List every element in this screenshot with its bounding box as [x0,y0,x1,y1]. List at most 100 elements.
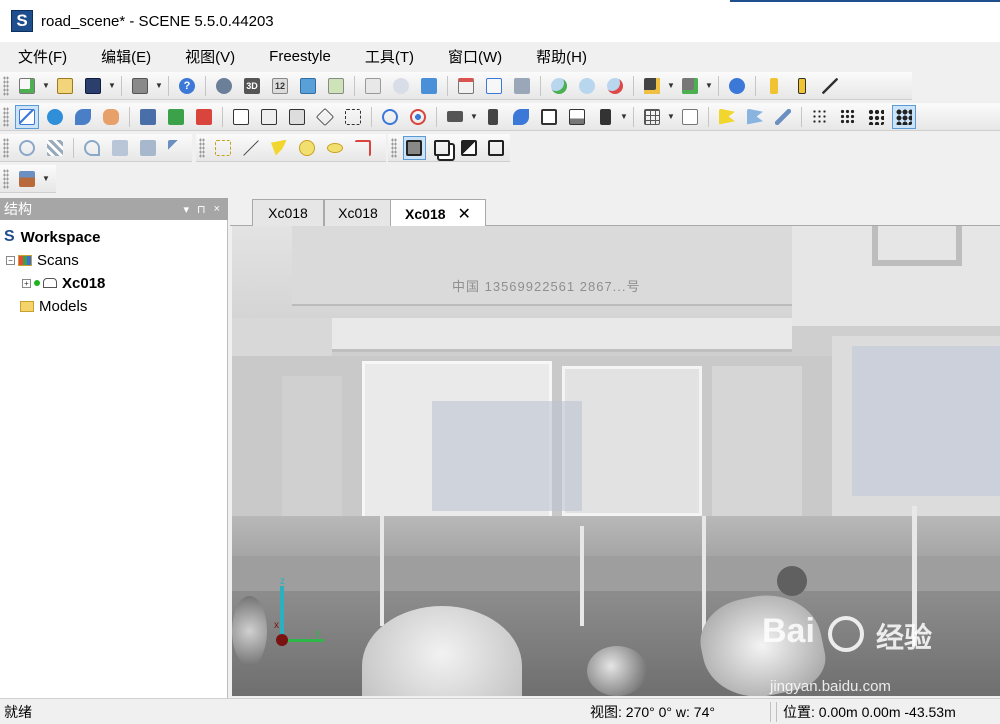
dots-small-icon[interactable] [808,105,832,129]
close-icon[interactable]: ✕ [458,204,471,224]
chevron-down-icon[interactable]: ▼ [469,105,479,129]
ruler-icon[interactable] [762,74,786,98]
refresh-icon[interactable] [15,136,39,160]
cloud-icon[interactable] [575,74,599,98]
menu-file[interactable]: 文件(F) [18,46,67,67]
menu-edit[interactable]: 编辑(E) [101,46,151,67]
camera-icon[interactable] [443,105,467,129]
2d-view-icon[interactable]: 12 [268,74,292,98]
flag-blue-icon[interactable] [743,105,767,129]
open-icon[interactable] [53,74,77,98]
toolbar-grip[interactable] [3,137,9,158]
scanner-icon[interactable] [15,167,39,191]
select-icon[interactable] [15,104,39,129]
chevron-down-icon[interactable]: ▼ [666,105,676,129]
pointer-icon[interactable] [164,136,188,160]
menu-help[interactable]: 帮助(H) [536,46,587,67]
chevron-down-icon[interactable]: ▼ [619,105,629,129]
close-icon[interactable]: × [214,203,220,215]
select-subtract-icon[interactable] [457,136,480,160]
select-intersect-icon[interactable] [485,136,508,160]
page-icon[interactable] [678,105,702,129]
cloud-remove-icon[interactable] [603,74,627,98]
chevron-down-icon[interactable]: ▼ [704,74,714,98]
rectangle-select-icon[interactable] [211,136,235,160]
circle-select-icon[interactable] [295,136,319,160]
globe-icon[interactable] [43,105,67,129]
rotate-icon[interactable] [509,105,533,129]
scan-icon[interactable] [212,74,236,98]
chevron-down-icon[interactable]: ▼ [107,74,117,98]
cube-top-icon[interactable] [285,105,309,129]
image-view-icon[interactable] [324,74,348,98]
home-view-icon[interactable] [296,74,320,98]
menu-tools[interactable]: 工具(T) [365,46,414,67]
lasso-icon[interactable] [80,136,104,160]
select-new-icon[interactable] [402,135,427,160]
collapse-icon[interactable]: − [6,255,15,265]
up-green-icon[interactable] [164,105,188,129]
toolbar-grip[interactable] [391,137,397,158]
flag-icon[interactable] [715,105,739,129]
up-icon[interactable] [136,105,160,129]
clipboard-icon[interactable] [389,74,413,98]
menu-window[interactable]: 窗口(W) [448,46,502,67]
line-select-icon[interactable] [239,136,263,160]
dots-large-icon[interactable] [864,105,888,129]
cloud-add-icon[interactable] [547,74,571,98]
tree-scan-item[interactable]: + Xc018 [22,272,105,294]
corner-select-icon[interactable] [351,136,375,160]
toolbar-grip[interactable] [199,137,205,158]
menu-view[interactable]: 视图(V) [185,46,235,67]
ellipse-select-icon[interactable] [323,136,347,160]
tab-xc018-active[interactable]: Xc018 ✕ [390,199,486,227]
tab-xc018-1[interactable]: Xc018 [252,199,324,226]
cube-wire-icon[interactable] [341,105,365,129]
tree-workspace[interactable]: S Workspace [4,226,100,248]
print-preview-icon[interactable] [510,74,534,98]
zoom-icon[interactable] [378,105,402,129]
save-icon[interactable] [81,74,105,98]
polygon-select-icon[interactable] [267,136,291,160]
chevron-down-icon[interactable]: ▼ [41,74,51,98]
new-file-icon[interactable] [15,74,39,98]
expand-icon[interactable]: + [22,278,31,288]
dots-xlarge-icon[interactable] [892,104,916,129]
chevron-down-icon[interactable]: ▼ [41,167,51,191]
layers-alt-icon[interactable] [136,136,160,160]
camera-plus-icon[interactable] [640,74,664,98]
tree-models[interactable]: Models [20,295,87,317]
cube-side-icon[interactable] [257,105,281,129]
picture-icon[interactable] [565,105,589,129]
pin-icon[interactable]: ⊓ [197,203,206,216]
target-icon[interactable] [406,105,430,129]
copy-icon[interactable] [361,74,385,98]
wand-icon[interactable] [771,105,795,129]
menu-freestyle[interactable]: Freestyle [269,48,331,65]
distance-icon[interactable] [818,74,842,98]
report-icon[interactable] [482,74,506,98]
help-icon[interactable]: ? [175,74,199,98]
network-icon[interactable] [725,74,749,98]
print-icon[interactable] [128,74,152,98]
toolbar-grip[interactable] [3,168,9,189]
download-icon[interactable] [417,74,441,98]
layers-icon[interactable] [108,136,132,160]
select-add-icon[interactable] [430,136,453,160]
bin-icon[interactable] [593,105,617,129]
chevron-down-icon[interactable]: ▼ [154,74,164,98]
leaf-icon[interactable] [71,105,95,129]
3d-view-icon[interactable]: 3D [240,74,264,98]
cube-iso-icon[interactable] [313,105,337,129]
screen-icon[interactable] [537,105,561,129]
cube-front-icon[interactable] [229,105,253,129]
calendar-icon[interactable] [454,74,478,98]
toolbar-grip[interactable] [3,75,9,96]
grid-icon[interactable] [640,105,664,129]
camera-minus-icon[interactable] [678,74,702,98]
pane-menu-icon[interactable]: ▾ [183,203,189,216]
chevron-down-icon[interactable]: ▼ [666,74,676,98]
pixel-icon[interactable] [43,136,67,160]
eraser-icon[interactable] [99,105,123,129]
toolbar-grip[interactable] [3,106,9,127]
